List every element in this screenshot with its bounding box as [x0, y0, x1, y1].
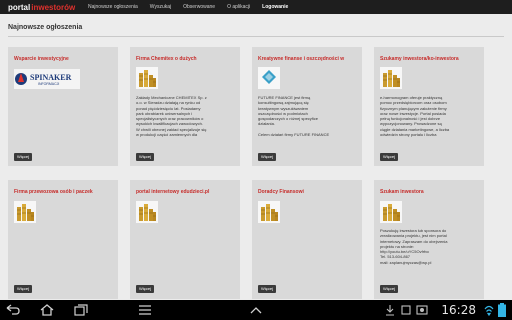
- clock: 16:28: [441, 303, 476, 317]
- listing-card[interactable]: Firma przewozowa osób i paczek Więcej: [8, 180, 118, 299]
- nav-item-najnowsze[interactable]: Najnowsze ogłoszenia: [82, 0, 144, 14]
- future-finance-logo: [258, 67, 280, 89]
- logo-part-inwestorow: inwestorów: [31, 2, 76, 12]
- home-icon[interactable]: [40, 304, 54, 316]
- card-description: Zakłady Mechaniczne CHEMITEX Sp. z o.o. …: [136, 95, 207, 138]
- card-description: Poszukuję inwestora lub sponsora do zrea…: [380, 228, 448, 265]
- card-title[interactable]: Szukam inwestora: [380, 189, 480, 195]
- more-button[interactable]: Więcej: [258, 153, 277, 161]
- listing-card[interactable]: Firma Chemitex o dużych Zakłady Mechanic…: [130, 47, 240, 166]
- more-button[interactable]: Więcej: [380, 153, 399, 161]
- more-button[interactable]: Więcej: [136, 153, 155, 161]
- logo-part-portal: portal: [8, 2, 31, 12]
- listing-card[interactable]: portal internetowy edudzieci.pl Więcej: [130, 180, 240, 299]
- more-button[interactable]: Więcej: [14, 153, 33, 161]
- screenshot-icon: [416, 305, 428, 315]
- card-title[interactable]: Firma przewozowa osób i paczek: [14, 189, 114, 195]
- card-description: FUTURE FINANCE jest firmą konsultingową …: [258, 95, 330, 138]
- main-nav: Najnowsze ogłoszenia Wyszukaj Obserwowan…: [82, 0, 294, 14]
- listing-card[interactable]: Szukam inwestora Poszukuję inwestora lub…: [374, 180, 484, 299]
- coins-icon: [380, 201, 402, 223]
- recent-apps-icon[interactable]: [74, 304, 88, 316]
- coins-icon: [14, 201, 36, 223]
- portal-logo[interactable]: portal inwestorów: [0, 0, 82, 14]
- coins-icon: [258, 201, 280, 223]
- nav-item-wyszukaj[interactable]: Wyszukaj: [144, 0, 177, 14]
- card-title[interactable]: Wsparcie inwestycyjne: [14, 56, 114, 62]
- coins-icon: [380, 67, 402, 89]
- more-button[interactable]: Więcej: [14, 285, 33, 293]
- page-title: Najnowsze ogłoszenia: [8, 24, 83, 31]
- download-icon: [386, 305, 394, 316]
- coins-icon: [136, 67, 158, 89]
- card-title[interactable]: Firma Chemitex o dużych: [136, 56, 236, 62]
- nav-item-obserwowane[interactable]: Obserwowane: [177, 0, 221, 14]
- menu-icon[interactable]: [138, 304, 152, 316]
- coins-icon: [136, 201, 158, 223]
- notification-icon: [401, 305, 411, 315]
- listing-card[interactable]: Kreatywne finanse i oszczędności w FUTUR…: [252, 47, 362, 166]
- app-header: portal inwestorów Najnowsze ogłoszenia W…: [0, 0, 512, 14]
- spinaker-logo-text: SPINAKER: [30, 73, 72, 82]
- nav-item-o-aplikacji[interactable]: O aplikacji: [221, 0, 256, 14]
- battery-icon: [498, 303, 506, 317]
- wifi-icon: [484, 305, 494, 317]
- expand-up-icon[interactable]: [249, 304, 263, 316]
- spinaker-logo: SPINAKER INFORMACJI: [14, 69, 80, 89]
- title-divider: [8, 36, 504, 37]
- more-button[interactable]: Więcej: [136, 285, 155, 293]
- more-button[interactable]: Więcej: [380, 285, 399, 293]
- nav-item-logowanie[interactable]: Logowanie: [256, 0, 294, 14]
- back-icon[interactable]: [6, 304, 20, 316]
- card-title[interactable]: Doradcy Finansowi: [258, 189, 358, 195]
- spinaker-logo-subtext: INFORMACJI: [38, 82, 60, 86]
- card-description: e-harmonogram oferuje praktyczną pomoc p…: [380, 95, 450, 138]
- system-navigation-bar: 16:28: [0, 300, 512, 320]
- card-title[interactable]: portal internetowy edudzieci.pl: [136, 189, 236, 195]
- listing-card[interactable]: Wsparcie inwestycyjne SPINAKER INFORMACJ…: [8, 47, 118, 166]
- more-button[interactable]: Więcej: [258, 285, 277, 293]
- listing-card[interactable]: Doradcy Finansowi Więcej: [252, 180, 362, 299]
- card-title[interactable]: Kreatywne finanse i oszczędności w: [258, 56, 358, 62]
- card-title[interactable]: Szukamy inwestora/ko-inwestora: [380, 56, 480, 62]
- listing-card[interactable]: Szukamy inwestora/ko-inwestora e-harmono…: [374, 47, 484, 166]
